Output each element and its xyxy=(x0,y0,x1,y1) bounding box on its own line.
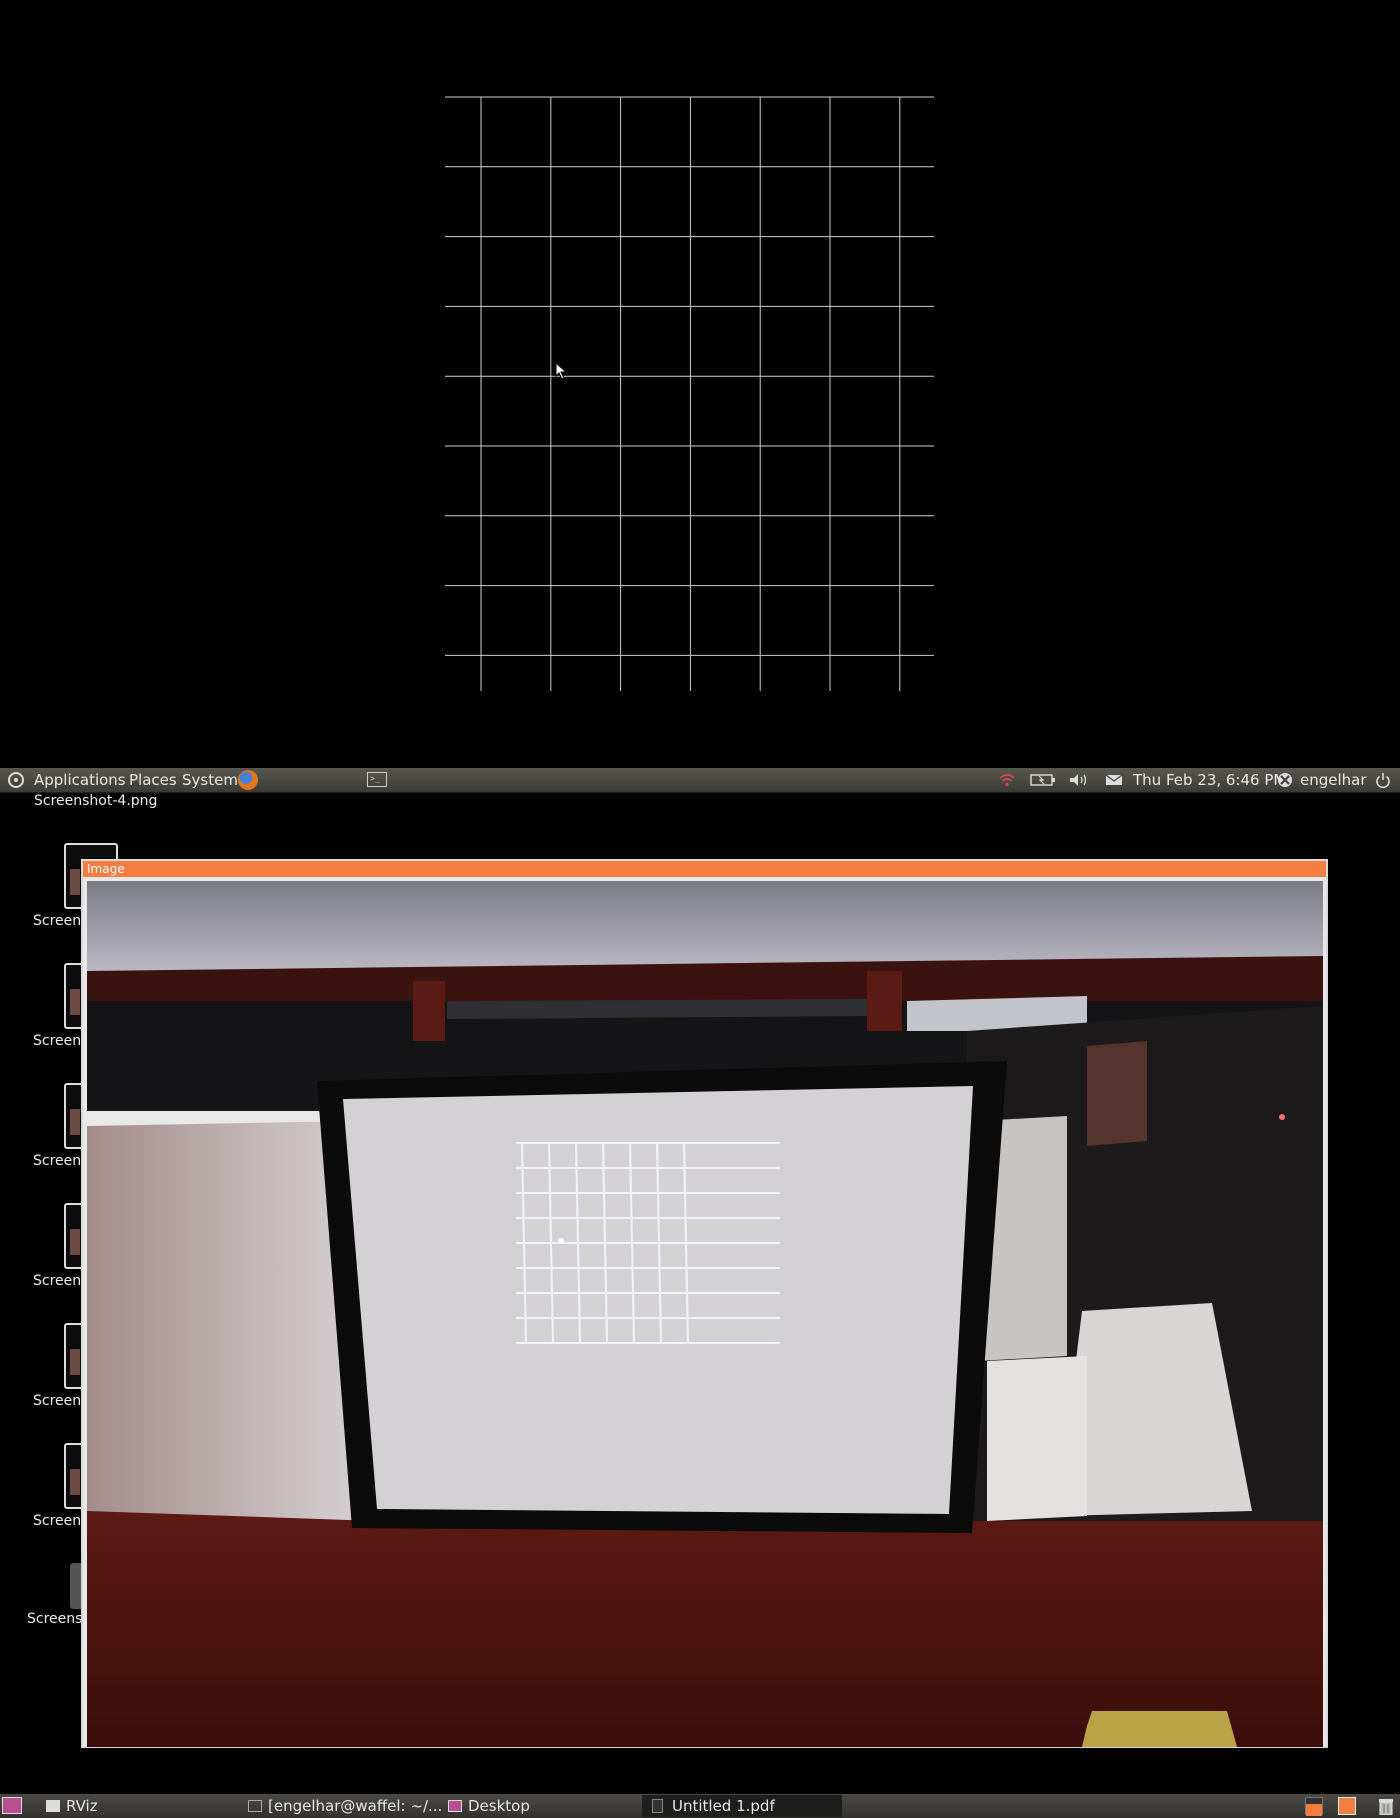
task-label: RViz xyxy=(66,1797,98,1815)
ubuntu-logo-icon[interactable] xyxy=(8,772,24,788)
mail-icon[interactable] xyxy=(1105,774,1123,786)
task-label: Untitled 1.pdf xyxy=(672,1797,775,1815)
firefox-icon[interactable] xyxy=(238,770,258,790)
photo-cursor-dot xyxy=(558,1238,564,1244)
volume-icon[interactable] xyxy=(1068,772,1090,788)
task-pdf[interactable]: Untitled 1.pdf xyxy=(642,1795,842,1817)
places-menu[interactable]: Places xyxy=(129,768,177,792)
mouse-cursor-icon xyxy=(555,362,568,380)
wifi-icon[interactable] xyxy=(998,772,1016,788)
task-rviz[interactable]: RViz xyxy=(38,1795,228,1817)
desktop-file-label[interactable]: Screens xyxy=(27,1611,82,1627)
camera-image xyxy=(87,881,1323,1747)
task-label: Desktop xyxy=(468,1797,530,1815)
image-viewer-window[interactable]: Image xyxy=(81,859,1328,1748)
show-desktop-icon[interactable] xyxy=(2,1797,22,1814)
bottom-panel: RViz [engelhar@waffel: ~/... Desktop Unt… xyxy=(0,1794,1400,1818)
task-label: [engelhar@waffel: ~/... xyxy=(268,1797,443,1815)
terminal-icon[interactable]: >_ xyxy=(367,772,387,787)
desktop-file-label[interactable]: Screenshot-4.png xyxy=(34,793,157,809)
clock[interactable]: Thu Feb 23, 6:46 PM xyxy=(1133,768,1286,792)
top-panel: Applications Places System >_ Thu Feb 23… xyxy=(0,768,1400,793)
task-terminal[interactable]: [engelhar@waffel: ~/... xyxy=(240,1795,442,1817)
trash-icon[interactable] xyxy=(1376,1797,1394,1815)
power-icon[interactable] xyxy=(1375,772,1391,788)
document-icon xyxy=(652,1799,663,1813)
user-icon[interactable] xyxy=(1277,772,1293,788)
projected-grid-photo xyxy=(516,1142,780,1344)
projected-grid-display xyxy=(0,0,1400,768)
task-desktop[interactable]: Desktop xyxy=(440,1795,630,1817)
window-icon xyxy=(46,1800,60,1812)
applications-menu[interactable]: Applications xyxy=(34,768,126,792)
terminal-icon xyxy=(248,1800,262,1812)
battery-icon[interactable] xyxy=(1030,773,1056,787)
window-title[interactable]: Image xyxy=(83,861,1326,877)
calibration-grid xyxy=(445,96,934,691)
folder-icon xyxy=(448,1800,462,1812)
workspace-window-preview xyxy=(1306,1804,1322,1816)
user-name[interactable]: engelhar xyxy=(1300,768,1367,792)
system-menu[interactable]: System xyxy=(182,768,238,792)
workspace-2[interactable] xyxy=(1338,1797,1356,1815)
